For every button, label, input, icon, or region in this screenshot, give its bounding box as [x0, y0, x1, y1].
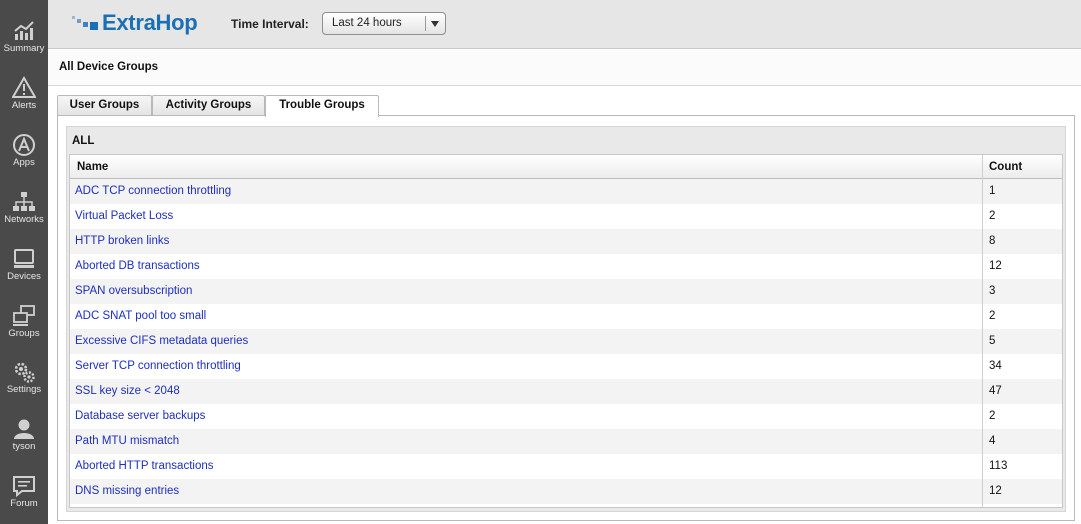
sidebar-item-summary[interactable]: Summary: [0, 17, 48, 74]
group-name-link[interactable]: HTTP broken links: [75, 235, 169, 247]
table-body: ADC TCP connection throttling 1 Virtual Pa…: [70, 179, 1062, 507]
group-count: 47: [989, 385, 1002, 397]
apps-icon: [13, 134, 35, 156]
devices-icon: [14, 249, 34, 268]
group-count: 12: [989, 485, 1002, 497]
gear-icon: [14, 362, 35, 383]
group-name-link[interactable]: Aborted DB transactions: [75, 260, 200, 272]
logo-text: ExtraHop: [102, 10, 198, 35]
group-name-link[interactable]: Database server backups: [75, 410, 205, 422]
group-name-link[interactable]: ADC SNAT pool too small: [75, 310, 206, 322]
group-count: 2: [989, 210, 996, 222]
sidebar-item-label: Alerts: [11, 100, 37, 111]
trouble-groups-table: Name Count ADC TCP connection throttling…: [69, 154, 1063, 508]
tab-trouble-groups[interactable]: Trouble Groups: [265, 95, 379, 117]
groups-icon: [13, 305, 35, 326]
sidebar-item-settings[interactable]: Settings: [0, 358, 48, 415]
table-row[interactable]: Path MTU mismatch 4: [70, 429, 1062, 454]
table-row[interactable]: DNS missing entries 12: [70, 479, 1062, 504]
group-count: 1: [989, 185, 996, 197]
table-row[interactable]: Aborted HTTP transactions 113: [70, 454, 1062, 479]
group-title: ALL: [72, 135, 95, 147]
group-name-link[interactable]: Path MTU mismatch: [75, 435, 179, 447]
chevron-down-icon: [431, 21, 439, 27]
group-name-link[interactable]: Server TCP connection throttling: [75, 360, 241, 372]
forum-icon: [13, 476, 35, 498]
time-interval-value: Last 24 hours: [332, 17, 402, 29]
group-name-link[interactable]: Excessive CIFS metadata queries: [75, 335, 248, 347]
time-interval-label: Time Interval:: [231, 17, 309, 31]
tab-activity-groups[interactable]: Activity Groups: [152, 95, 265, 116]
group-count: 2: [989, 410, 996, 422]
group-name-link[interactable]: SPAN oversubscription: [75, 285, 192, 297]
table-row[interactable]: Excessive CIFS metadata queries 5: [70, 329, 1062, 354]
sidebar-item-label: tyson: [12, 441, 36, 452]
sidebar-item-devices[interactable]: Devices: [0, 245, 48, 302]
page-title-bar: All Device Groups: [48, 50, 1081, 86]
logo-mark-icon: [72, 16, 98, 30]
table-row[interactable]: Server TCP connection throttling 34: [70, 354, 1062, 379]
group-count: 113: [989, 460, 1008, 472]
group-count: 34: [989, 360, 1002, 372]
alert-icon: [12, 76, 36, 98]
table-row[interactable]: SPAN oversubscription 3: [70, 279, 1062, 304]
group-name-link[interactable]: DNS missing entries: [75, 485, 179, 497]
table-header: Name Count: [70, 155, 1062, 179]
sidebar-item-groups[interactable]: Groups: [0, 302, 48, 359]
column-header-count[interactable]: Count: [989, 161, 1022, 173]
column-header-name[interactable]: Name: [77, 161, 108, 173]
sidebar-item-label: Devices: [7, 271, 41, 282]
group-count: 8: [989, 235, 996, 247]
sidebar-item-label: Settings: [6, 384, 42, 395]
group-count: 3: [989, 285, 996, 297]
sidebar-item-label: Forum: [10, 498, 38, 509]
page-title: All Device Groups: [59, 61, 159, 73]
sidebar-item-apps[interactable]: Apps: [0, 131, 48, 188]
select-divider: [425, 16, 426, 31]
time-interval-select[interactable]: Last 24 hours: [322, 12, 446, 35]
group-name-link[interactable]: Aborted HTTP transactions: [75, 460, 214, 472]
group-name-link[interactable]: Virtual Packet Loss: [75, 210, 173, 222]
sidebar-item-label: Apps: [13, 157, 35, 168]
networks-icon: [13, 192, 35, 211]
table-row[interactable]: Database server backups 2: [70, 404, 1062, 429]
table-row[interactable]: Virtual Packet Loss 2: [70, 204, 1062, 229]
group-count: 5: [989, 335, 996, 347]
sidebar-item-label: Summary: [3, 43, 45, 54]
sidebar-item-label: Networks: [4, 214, 44, 225]
top-header: ExtraHop Time Interval: Last 24 hours: [48, 0, 1081, 49]
group-name-link[interactable]: ADC TCP connection throttling: [75, 185, 231, 197]
column-divider: [982, 155, 983, 507]
group-name-link[interactable]: SSL key size < 2048: [75, 385, 180, 397]
group-count: 4: [989, 435, 996, 447]
summary-icon: [14, 21, 34, 40]
table-row[interactable]: Aborted DB transactions 12: [70, 254, 1062, 279]
sidebar-item-networks[interactable]: Networks: [0, 188, 48, 245]
group-count: 2: [989, 310, 996, 322]
tab-user-groups[interactable]: User Groups: [57, 95, 152, 116]
group-count: 12: [989, 260, 1002, 272]
sidebar-item-label: Groups: [8, 328, 40, 339]
sidebar-nav: Summary Alerts Apps Networks Devices Gro…: [0, 0, 48, 524]
user-icon: [14, 419, 34, 439]
sidebar-item-forum[interactable]: Forum: [0, 472, 48, 524]
table-row[interactable]: SSL key size < 2048 47: [70, 379, 1062, 404]
table-row[interactable]: HTTP broken links 8: [70, 229, 1062, 254]
table-row[interactable]: ADC TCP connection throttling 1: [70, 179, 1062, 204]
table-row[interactable]: ADC SNAT pool too small 2: [70, 304, 1062, 329]
sidebar-item-user[interactable]: tyson: [0, 415, 48, 472]
sidebar-item-alerts[interactable]: Alerts: [0, 74, 48, 131]
